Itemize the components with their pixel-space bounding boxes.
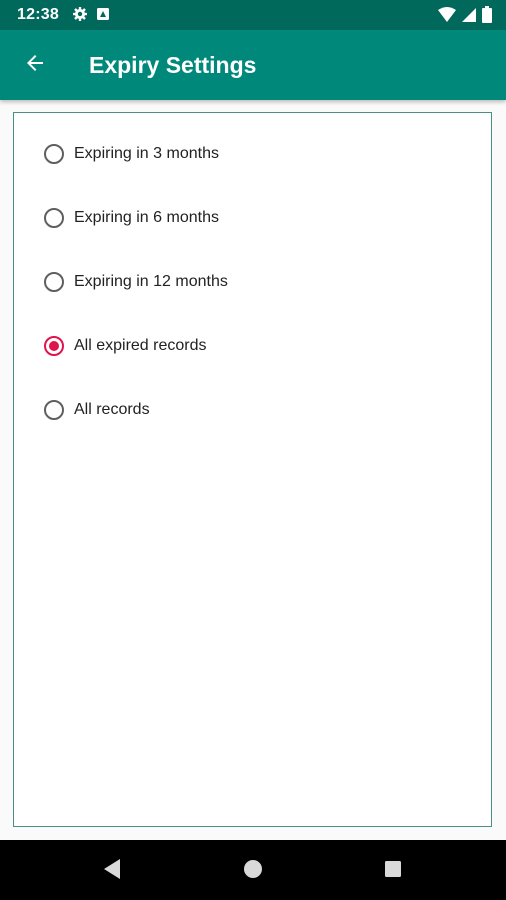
radio-label: All expired records: [74, 337, 207, 354]
settings-icon: [72, 6, 88, 27]
nav-recents-button[interactable]: [380, 858, 406, 884]
radio-label: Expiring in 6 months: [74, 209, 219, 226]
radio-label: Expiring in 3 months: [74, 145, 219, 162]
navigation-bar: [0, 840, 506, 900]
radio-button-selected[interactable]: [44, 336, 64, 356]
radio-button[interactable]: [44, 208, 64, 228]
radio-option-expiring-6-months[interactable]: Expiring in 6 months: [44, 206, 228, 270]
home-circle-icon: [242, 858, 264, 885]
notification-icon: [96, 7, 110, 26]
radio-label: All records: [74, 401, 150, 418]
radio-option-expiring-3-months[interactable]: Expiring in 3 months: [44, 142, 228, 206]
arrow-back-icon: [23, 51, 47, 80]
nav-back-button[interactable]: [99, 858, 125, 884]
signal-icon: [462, 7, 476, 28]
app-bar: Expiry Settings: [0, 30, 506, 100]
back-button[interactable]: [18, 50, 52, 80]
nav-home-button[interactable]: [240, 858, 266, 884]
page-title: Expiry Settings: [89, 52, 257, 78]
wifi-icon: [438, 6, 456, 28]
battery-icon: [482, 6, 492, 28]
recents-square-icon: [383, 859, 403, 884]
options-card: Expiring in 3 months Expiring in 6 month…: [13, 112, 492, 827]
radio-option-all-expired-records[interactable]: All expired records: [44, 334, 228, 398]
radio-label: Expiring in 12 months: [74, 273, 228, 290]
radio-button[interactable]: [44, 144, 64, 164]
radio-option-all-records[interactable]: All records: [44, 398, 228, 462]
radio-button[interactable]: [44, 400, 64, 420]
radio-button[interactable]: [44, 272, 64, 292]
status-time: 12:38: [17, 6, 59, 23]
expiry-radio-group: Expiring in 3 months Expiring in 6 month…: [44, 142, 228, 462]
back-triangle-icon: [102, 858, 122, 885]
radio-option-expiring-12-months[interactable]: Expiring in 12 months: [44, 270, 228, 334]
status-bar: 12:38: [0, 0, 506, 30]
